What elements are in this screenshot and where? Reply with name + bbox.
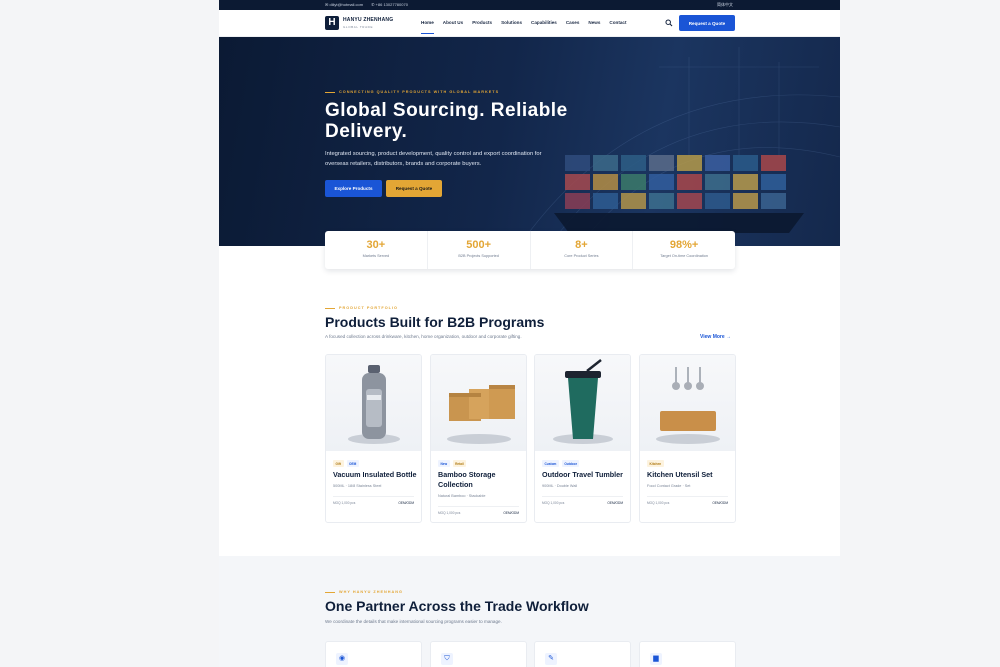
left-gutter: [0, 0, 219, 667]
product-card-utensils[interactable]: Kitchen Kitchen Utensil Set Food Contact…: [639, 354, 736, 523]
product-name[interactable]: Kitchen Utensil Set: [647, 470, 732, 480]
product-name[interactable]: Bamboo Storage Collection: [438, 470, 523, 489]
workflow-card[interactable]: ▆: [639, 641, 736, 667]
stat-projects: 500+ B2B Projects Supported: [428, 231, 531, 269]
site-frame: ✉ diliyt@hotmail.com ✆ +86 13027780070 简…: [219, 0, 840, 667]
logo-icon[interactable]: H: [325, 16, 339, 30]
product-spec: 900ML · Double Wall: [542, 484, 578, 488]
nav-item-contact[interactable]: Contact: [609, 20, 626, 25]
stat-markets: 30+ Markets Served: [325, 231, 428, 269]
nav-item-solutions[interactable]: Solutions: [501, 20, 522, 25]
tumbler-icon: [553, 359, 613, 444]
tag-label: Kitchen: [647, 460, 664, 467]
shield-icon: ⛉: [441, 653, 453, 665]
product-spec: 500ML · 18/8 Stainless Steel: [333, 484, 382, 488]
hero-title: Global Sourcing. Reliable Delivery.: [325, 100, 568, 142]
product-oem: OEM/ODM: [503, 511, 519, 515]
hero-banner: CONNECTING QUALITY PRODUCTS WITH GLOBAL …: [219, 37, 840, 246]
stat-value: 30+: [366, 239, 386, 251]
main-nav: H HANYU ZHENHANG GLOBAL TRADE Home About…: [219, 10, 840, 37]
stat-on-time: 98%+ Target On-time Coordination: [633, 231, 735, 269]
truck-icon: ▆: [650, 653, 662, 665]
globe-icon: ◉: [336, 653, 348, 665]
storage-box-icon: [447, 385, 515, 444]
stat-series: 8+ Core Product Series: [531, 231, 634, 269]
page: ✉ diliyt@hotmail.com ✆ +86 13027780070 简…: [0, 0, 1000, 667]
bottle-icon: [348, 365, 400, 444]
card-divider: [438, 506, 519, 507]
view-more-link[interactable]: View More →: [700, 334, 731, 340]
nav-item-capabilities[interactable]: Capabilities: [531, 20, 557, 25]
ship-hull: [554, 213, 804, 233]
product-card-bottle[interactable]: Gift OEM Vacuum Insulated Bottle 500ML ·…: [325, 354, 422, 523]
workflow-eyebrow: WHY HANYU ZHENHANG: [325, 590, 403, 594]
right-gutter: [840, 0, 1000, 667]
explore-products-button[interactable]: Explore Products: [325, 180, 382, 197]
workflow-card[interactable]: ◉: [325, 641, 422, 667]
product-card-bamboo[interactable]: New Retail Bamboo Storage Collection Nat…: [430, 354, 527, 523]
nav-item-cases[interactable]: Cases: [566, 20, 580, 25]
product-moq: MOQ 1,000 pcs: [333, 501, 356, 505]
product-moq: MOQ 1,000 pcs: [438, 511, 461, 515]
tag-label: Custom: [542, 460, 559, 467]
stat-value: 8+: [575, 239, 588, 251]
language-switch[interactable]: 简体中文: [717, 2, 733, 8]
tag-label: New: [438, 460, 450, 467]
container-stack: [565, 155, 786, 209]
nav-item-home[interactable]: Home: [421, 20, 434, 34]
product-card-tumbler[interactable]: Custom Outdoor Outdoor Travel Tumbler 90…: [534, 354, 631, 523]
stat-label: Core Product Series: [564, 254, 599, 258]
product-name[interactable]: Outdoor Travel Tumbler: [542, 470, 627, 480]
tag-label: Retail: [452, 460, 467, 467]
product-image[interactable]: [326, 355, 421, 451]
workflow-title: One Partner Across the Trade Workflow: [325, 598, 589, 614]
product-oem: OEM/ODM: [712, 501, 728, 505]
card-divider: [333, 496, 414, 497]
stat-label: Markets Served: [362, 254, 390, 258]
stats-bar: 30+ Markets Served 500+ B2B Projects Sup…: [325, 231, 735, 269]
product-name[interactable]: Vacuum Insulated Bottle: [333, 470, 418, 480]
hero-request-quote-button[interactable]: Request a Quote: [386, 180, 442, 197]
products-eyebrow: PRODUCT PORTFOLIO: [325, 306, 398, 310]
product-oem: OEM/ODM: [607, 501, 623, 505]
nav-item-news[interactable]: News: [588, 20, 600, 25]
phone-link[interactable]: ✆ +86 13027780070: [371, 2, 408, 7]
product-oem: OEM/ODM: [398, 501, 414, 505]
product-image[interactable]: [431, 355, 526, 451]
nav-item-about[interactable]: About Us: [443, 20, 463, 25]
product-moq: MOQ 1,000 pcs: [647, 501, 670, 505]
stat-label: Target On-time Coordination: [660, 254, 708, 258]
product-image[interactable]: [535, 355, 630, 451]
brand-tagline: GLOBAL TRADE: [343, 25, 374, 29]
tag-label: Outdoor: [561, 460, 580, 467]
workflow-card[interactable]: ⛉: [430, 641, 527, 667]
tag-label: Gift: [333, 460, 344, 467]
checklist-icon: ✎: [545, 653, 557, 665]
utensil-set-icon: [656, 367, 720, 444]
products-title: Products Built for B2B Programs: [325, 314, 545, 330]
top-contact: ✉ diliyt@hotmail.com ✆ +86 13027780070: [325, 2, 408, 7]
hero-eyebrow: CONNECTING QUALITY PRODUCTS WITH GLOBAL …: [325, 90, 500, 94]
nav-menu: Home About Us Products Solutions Capabil…: [421, 20, 627, 34]
stat-value: 500+: [466, 239, 492, 251]
product-spec: Natural Bamboo · Stackable: [438, 494, 486, 498]
request-quote-button[interactable]: Request a Quote: [679, 15, 735, 31]
brand-name[interactable]: HANYU ZHENHANG: [343, 17, 393, 23]
card-divider: [647, 496, 728, 497]
products-subtitle: A focused collection across drinkware, k…: [325, 334, 522, 339]
top-bar: ✉ diliyt@hotmail.com ✆ +86 13027780070 简…: [219, 0, 840, 10]
tag-label: OEM: [346, 460, 359, 467]
workflow-card[interactable]: ✎: [534, 641, 631, 667]
hero-description: Integrated sourcing, product development…: [325, 151, 542, 167]
stat-value: 98%+: [669, 239, 699, 251]
workflow-subtitle: We coordinate the details that make inte…: [325, 619, 502, 624]
card-divider: [542, 496, 623, 497]
nav-item-products[interactable]: Products: [472, 20, 492, 25]
product-spec: Food Contact Grade · Set: [647, 484, 691, 488]
product-image[interactable]: [640, 355, 735, 451]
email-link[interactable]: ✉ diliyt@hotmail.com: [325, 2, 363, 7]
search-icon[interactable]: [665, 19, 673, 27]
product-moq: MOQ 1,000 pcs: [542, 501, 565, 505]
stat-label: B2B Projects Supported: [458, 254, 499, 258]
